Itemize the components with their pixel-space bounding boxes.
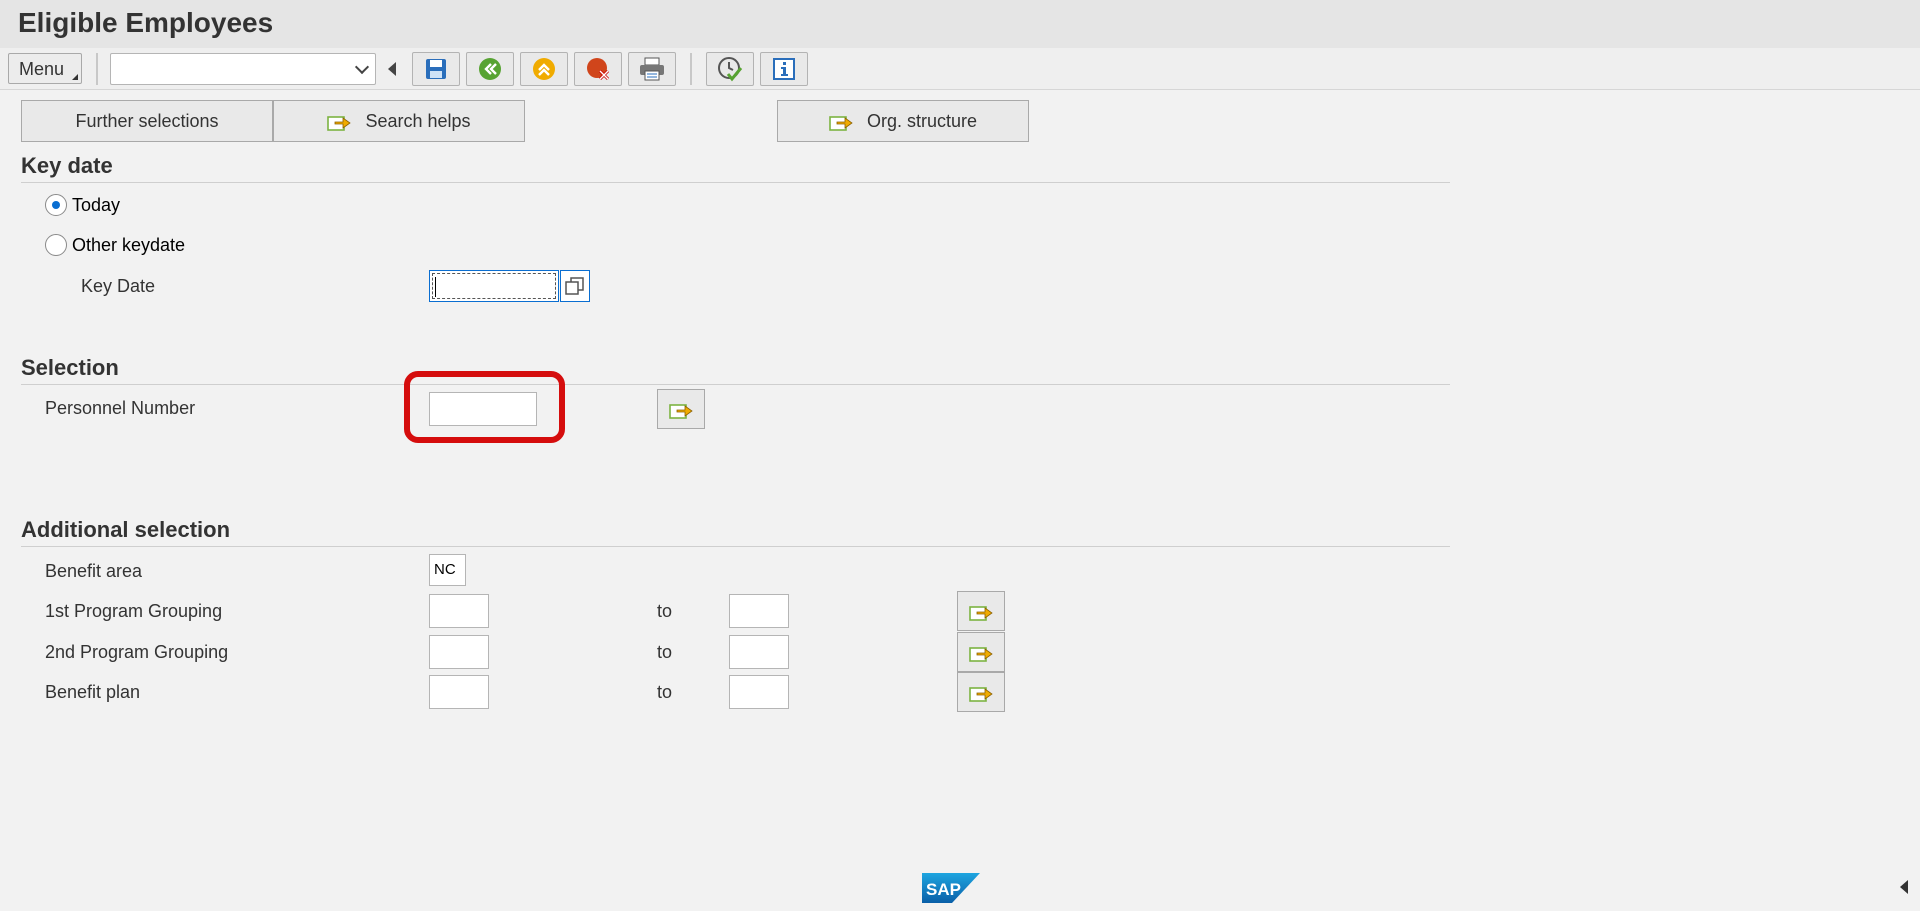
other-keydate-label: Other keydate <box>72 235 186 255</box>
execute-icon <box>718 57 743 82</box>
save-button[interactable] <box>412 52 460 86</box>
folder-arrow-icon <box>829 116 853 131</box>
benefit-area-input[interactable]: NC <box>429 554 466 586</box>
program-grouping-2-to-input[interactable] <box>729 635 789 669</box>
range-row-label: 1st Program Grouping <box>45 601 223 621</box>
info-icon <box>773 58 795 80</box>
value-help-button[interactable] <box>560 270 590 302</box>
program-grouping-1-from-input[interactable] <box>429 594 489 628</box>
search-helps-button[interactable]: Search helps <box>273 100 525 142</box>
program-grouping-2-multiple-selection-button[interactable] <box>957 632 1005 672</box>
to-label: to <box>657 642 673 662</box>
folder-arrow-icon <box>969 687 993 702</box>
menu-button-label: Menu <box>19 59 65 79</box>
section-divider <box>21 546 1450 547</box>
text-caret <box>435 277 436 297</box>
command-field[interactable] <box>110 53 376 85</box>
benefit-plan-multiple-selection-button[interactable] <box>957 672 1005 712</box>
today-label: Today <box>72 195 121 215</box>
toolbar: Menu <box>0 48 1920 90</box>
back-icon <box>479 58 501 80</box>
program-grouping-1-to-input[interactable] <box>729 594 789 628</box>
menu-button[interactable]: Menu <box>8 53 82 84</box>
search-helps-label: Search helps <box>365 110 471 131</box>
selection-section-title: Selection <box>21 355 119 380</box>
back-button[interactable] <box>466 52 514 86</box>
folder-arrow-icon <box>969 606 993 621</box>
print-button[interactable] <box>628 52 676 86</box>
folder-arrow-icon <box>669 404 693 419</box>
benefit-area-value: NC <box>434 561 456 578</box>
key-date-label: Key Date <box>81 276 156 296</box>
execute-button[interactable] <box>706 52 754 86</box>
org-structure-button[interactable]: Org. structure <box>777 100 1029 142</box>
cancel-button[interactable] <box>574 52 622 86</box>
section-divider <box>21 182 1450 183</box>
highlight-box <box>404 371 565 443</box>
additional-selection-section-title: Additional selection <box>21 517 231 542</box>
folder-arrow-icon <box>969 647 993 662</box>
exit-icon <box>533 58 555 80</box>
print-icon <box>640 57 664 81</box>
collapse-arrow-icon[interactable] <box>388 62 396 76</box>
value-help-icon <box>565 277 584 295</box>
personnel-number-label: Personnel Number <box>45 398 196 418</box>
key-date-input[interactable] <box>429 270 559 302</box>
save-icon <box>426 59 446 79</box>
org-structure-label: Org. structure <box>866 110 978 131</box>
sap-logo: SAP <box>922 873 980 908</box>
toolbar-separator <box>96 53 98 85</box>
menu-corner-icon <box>72 74 78 80</box>
to-label: to <box>657 682 673 702</box>
other-keydate-radio[interactable] <box>45 234 67 256</box>
program-grouping-1-multiple-selection-button[interactable] <box>957 591 1005 631</box>
benefit-plan-from-input[interactable] <box>429 675 489 709</box>
range-row-label: 2nd Program Grouping <box>45 642 229 662</box>
benefit-plan-to-input[interactable] <box>729 675 789 709</box>
expand-arrow-icon[interactable] <box>1900 880 1908 894</box>
info-button[interactable] <box>760 52 808 86</box>
range-row-label: Benefit plan <box>45 682 141 702</box>
page-title: Eligible Employees <box>18 7 274 38</box>
chevron-down-icon[interactable] <box>354 59 370 75</box>
folder-arrow-icon <box>327 116 352 131</box>
exit-button[interactable] <box>520 52 568 86</box>
to-label: to <box>657 601 673 621</box>
toolbar-separator <box>690 53 692 85</box>
sap-logo-text: SAP <box>926 880 961 899</box>
title-bar: Eligible Employees <box>0 0 1920 48</box>
key-date-section-title: Key date <box>21 153 113 178</box>
program-grouping-2-from-input[interactable] <box>429 635 489 669</box>
benefit-area-label: Benefit area <box>45 561 143 581</box>
personnel-number-multiple-selection-button[interactable] <box>657 389 705 429</box>
today-radio[interactable] <box>45 194 67 216</box>
section-divider <box>21 384 1450 385</box>
cancel-icon <box>587 58 610 81</box>
further-selections-label: Further selections <box>75 110 219 131</box>
further-selections-button[interactable]: Further selections <box>21 100 273 142</box>
